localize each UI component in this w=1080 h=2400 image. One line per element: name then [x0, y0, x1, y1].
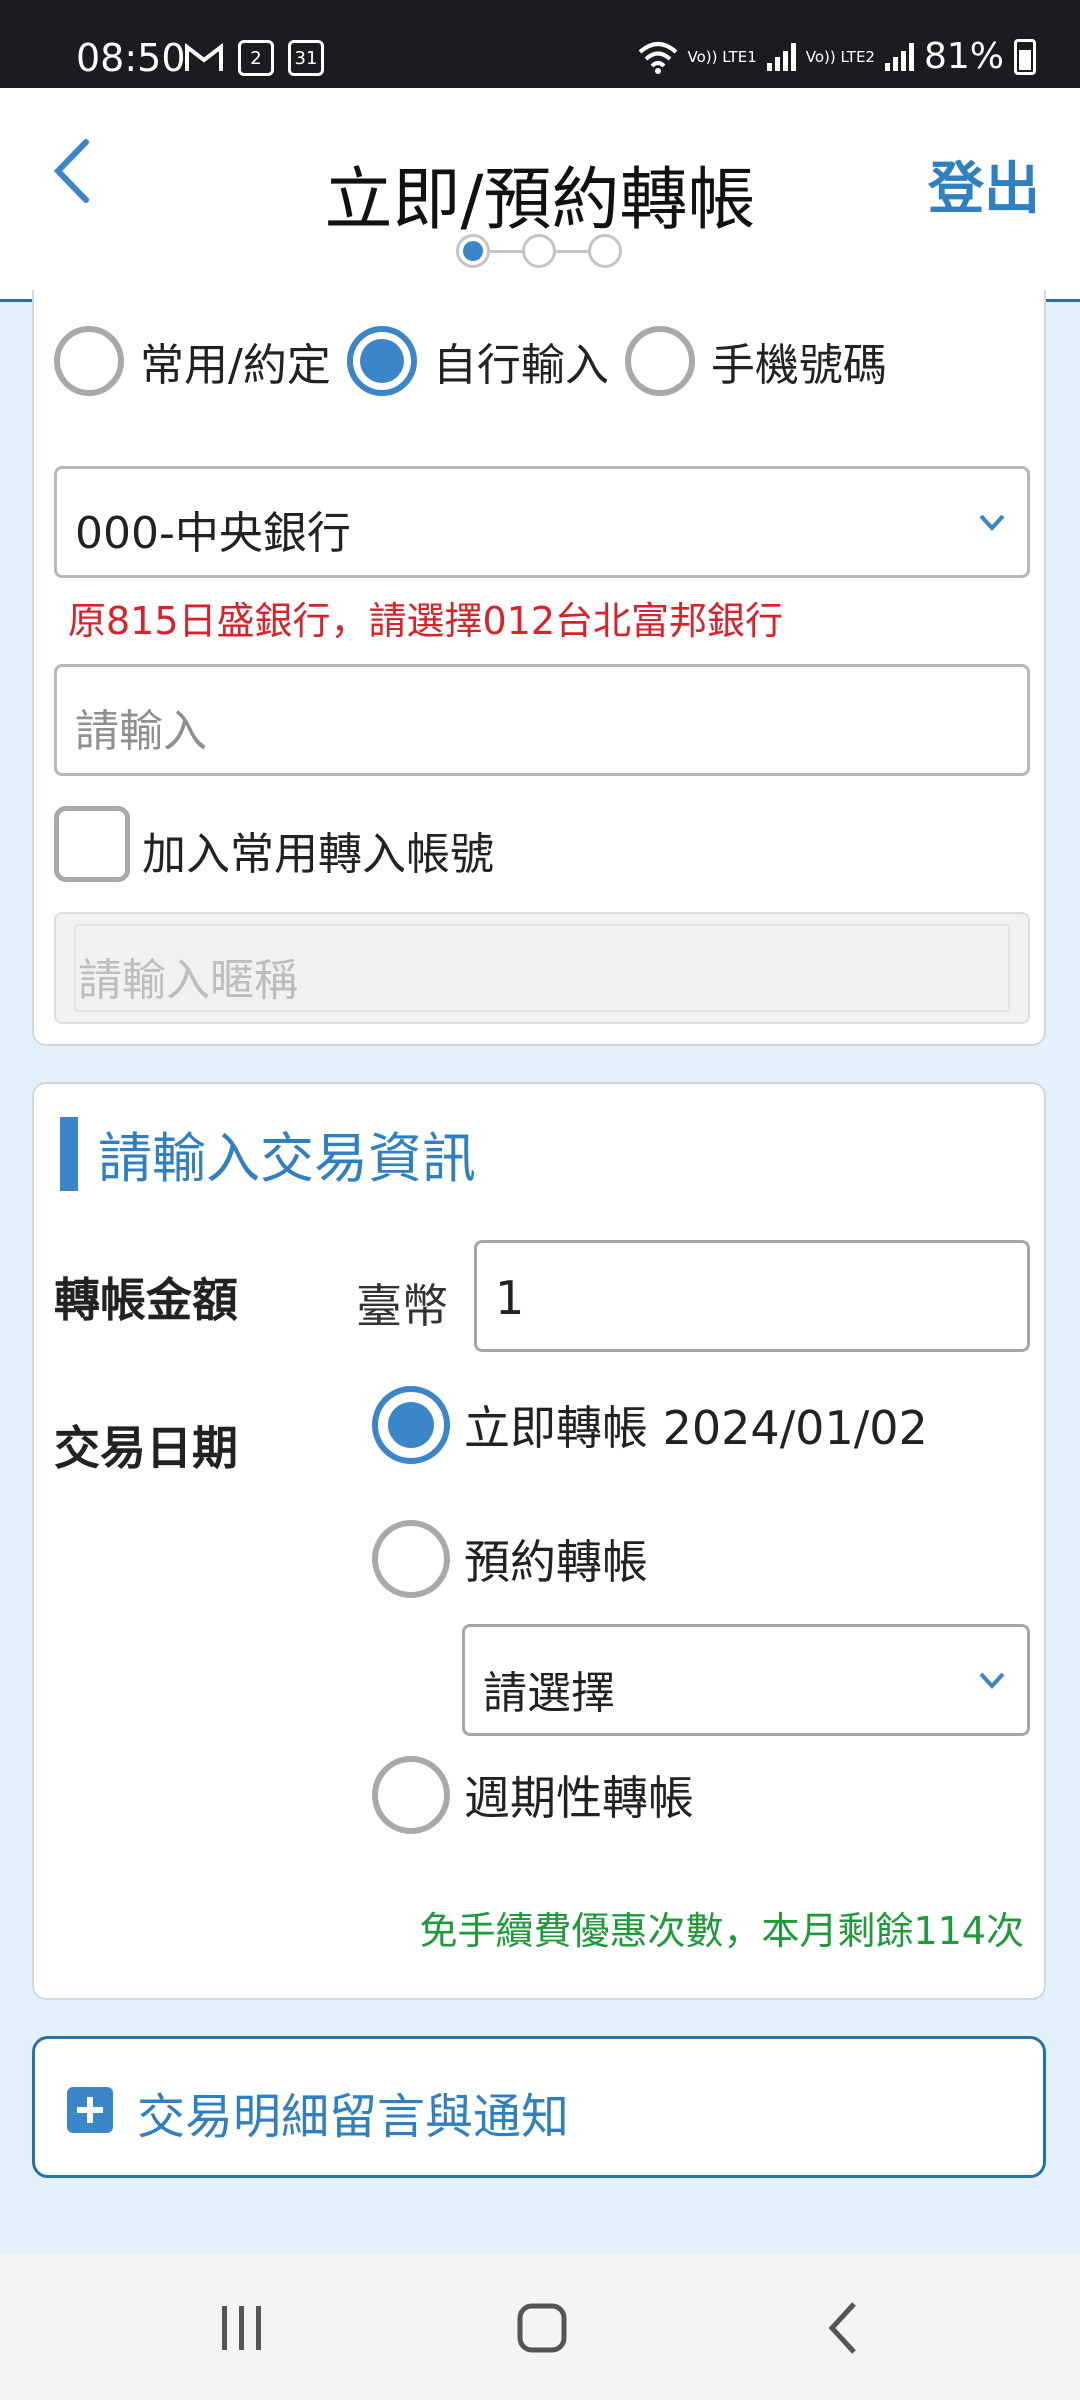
step-indicator	[456, 234, 622, 268]
nickname-placeholder: 請輸入暱稱	[78, 955, 298, 1006]
section-bar	[60, 1116, 78, 1191]
radio-periodic[interactable]	[372, 1756, 450, 1834]
reserve-label[interactable]: 預約轉帳	[464, 1526, 648, 1592]
radio-mobile[interactable]	[624, 326, 695, 396]
step-connector	[490, 249, 522, 253]
reserve-select-value: 請選擇	[483, 1668, 615, 1719]
radio-manual-label[interactable]: 自行輸入	[433, 329, 609, 393]
calendar-2-icon: 2	[238, 40, 274, 76]
account-placeholder: 請輸入	[75, 706, 207, 757]
amount-value: 1	[495, 1271, 525, 1325]
amount-label: 轉帳金額	[54, 1273, 238, 1327]
plus-icon	[67, 2087, 113, 2133]
reserve-date-select[interactable]: 請選擇	[462, 1624, 1030, 1736]
chevron-down-icon	[979, 1672, 1005, 1689]
step-connector	[556, 249, 588, 253]
signal-icon	[766, 42, 796, 71]
step-1	[456, 234, 490, 268]
bank-select-value: 000-中央銀行	[75, 508, 351, 559]
calendar-31-icon: 31	[288, 40, 324, 76]
radio-mobile-label[interactable]: 手機號碼	[711, 329, 887, 393]
page-title: 立即/預約轉帳	[324, 161, 756, 240]
section-title: 請輸入交易資訊	[60, 1114, 476, 1193]
gmail-icon	[185, 43, 223, 71]
radio-reserve[interactable]	[372, 1520, 450, 1598]
notification-icons: 2 31	[184, 40, 324, 76]
step-2	[522, 234, 556, 268]
immediate-label[interactable]: 立即轉帳 2024/01/02	[464, 1392, 928, 1458]
chevron-down-icon	[979, 514, 1005, 531]
payee-card: 常用/約定 自行輸入 手機號碼 000-中央銀行 原815日盛銀行，請選擇012…	[32, 290, 1046, 1046]
date-label: 交易日期	[54, 1421, 238, 1475]
back-nav-icon[interactable]	[816, 2300, 876, 2356]
section-title-text: 請輸入交易資訊	[98, 1127, 476, 1190]
system-nav-bar	[0, 2254, 1080, 2400]
wifi-icon	[638, 41, 677, 74]
battery-percent: 81%	[923, 36, 1004, 77]
radio-manual[interactable]	[346, 326, 417, 396]
app-header: 立即/預約轉帳 登出	[0, 88, 1080, 302]
amount-input[interactable]: 1	[474, 1240, 1030, 1352]
option-periodic[interactable]: 週期性轉帳	[372, 1756, 694, 1834]
details-label[interactable]: 交易明細留言與通知	[137, 2077, 569, 2147]
logout-button[interactable]: 登出	[928, 144, 1040, 225]
radio-favorite-label[interactable]: 常用/約定	[140, 329, 331, 393]
transaction-card: 請輸入交易資訊 轉帳金額 臺幣 1 交易日期 立即轉帳 2024/01/02 預…	[32, 1082, 1046, 2000]
home-icon[interactable]	[512, 2300, 572, 2356]
fee-note: 免手續費優惠次數，本月剩餘114次	[419, 1909, 1024, 1953]
bank-notice: 原815日盛銀行，請選擇012台北富邦銀行	[68, 599, 784, 643]
periodic-label[interactable]: 週期性轉帳	[464, 1762, 694, 1828]
option-reserve[interactable]: 預約轉帳	[372, 1520, 648, 1598]
currency-label: 臺幣	[356, 1279, 448, 1333]
details-expander[interactable]: 交易明細留言與通知	[32, 2036, 1046, 2178]
status-right: Vo)) LTE1 Vo)) LTE2 81%	[638, 36, 1036, 77]
signal-icon	[884, 42, 914, 71]
account-input[interactable]: 請輸入	[54, 664, 1030, 776]
status-time: 08:50	[76, 36, 186, 80]
status-bar: 08:50 2 31 Vo)) LTE1 Vo)) LTE2 81%	[0, 0, 1080, 88]
add-favorite-checkbox[interactable]	[54, 806, 130, 882]
option-immediate[interactable]: 立即轉帳 2024/01/02	[372, 1386, 928, 1464]
radio-immediate[interactable]	[372, 1386, 450, 1464]
radio-favorite[interactable]	[54, 326, 124, 396]
recent-apps-icon[interactable]	[212, 2300, 272, 2356]
bank-select[interactable]: 000-中央銀行	[54, 466, 1030, 578]
payee-type-options: 常用/約定 自行輸入 手機號碼	[54, 326, 903, 396]
step-3	[588, 234, 622, 268]
battery-icon	[1014, 38, 1036, 75]
lte1-label: Vo)) LTE1	[687, 47, 757, 66]
lte2-label: Vo)) LTE2	[805, 47, 875, 66]
add-favorite-label[interactable]: 加入常用轉入帳號	[142, 818, 494, 882]
nickname-input: 請輸入暱稱	[54, 912, 1030, 1024]
